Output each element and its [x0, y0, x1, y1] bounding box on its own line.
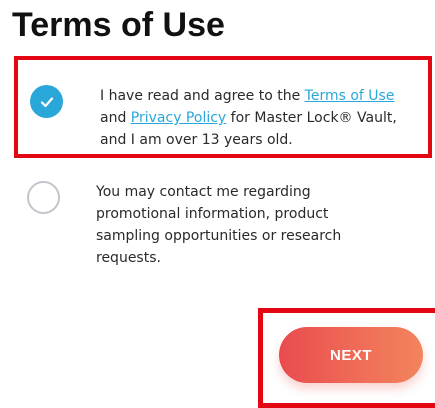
next-button[interactable]: NEXT	[279, 327, 423, 383]
terms-checkbox[interactable]	[30, 85, 63, 118]
terms-agreement-row: I have read and agree to the Terms of Us…	[14, 56, 432, 158]
agreement-text-before: I have read and agree to the	[100, 88, 305, 104]
contact-consent-text: You may contact me regarding promotional…	[96, 184, 342, 266]
contact-consent-checkbox[interactable]	[27, 181, 60, 214]
page-title: Terms of Use	[12, 6, 225, 44]
terms-of-use-link[interactable]: Terms of Use	[305, 88, 395, 104]
privacy-policy-link[interactable]: Privacy Policy	[131, 110, 226, 126]
agreement-text-and: and	[100, 110, 131, 126]
checkmark-icon	[40, 96, 53, 107]
terms-agreement-text: I have read and agree to the Terms of Us…	[100, 85, 410, 151]
